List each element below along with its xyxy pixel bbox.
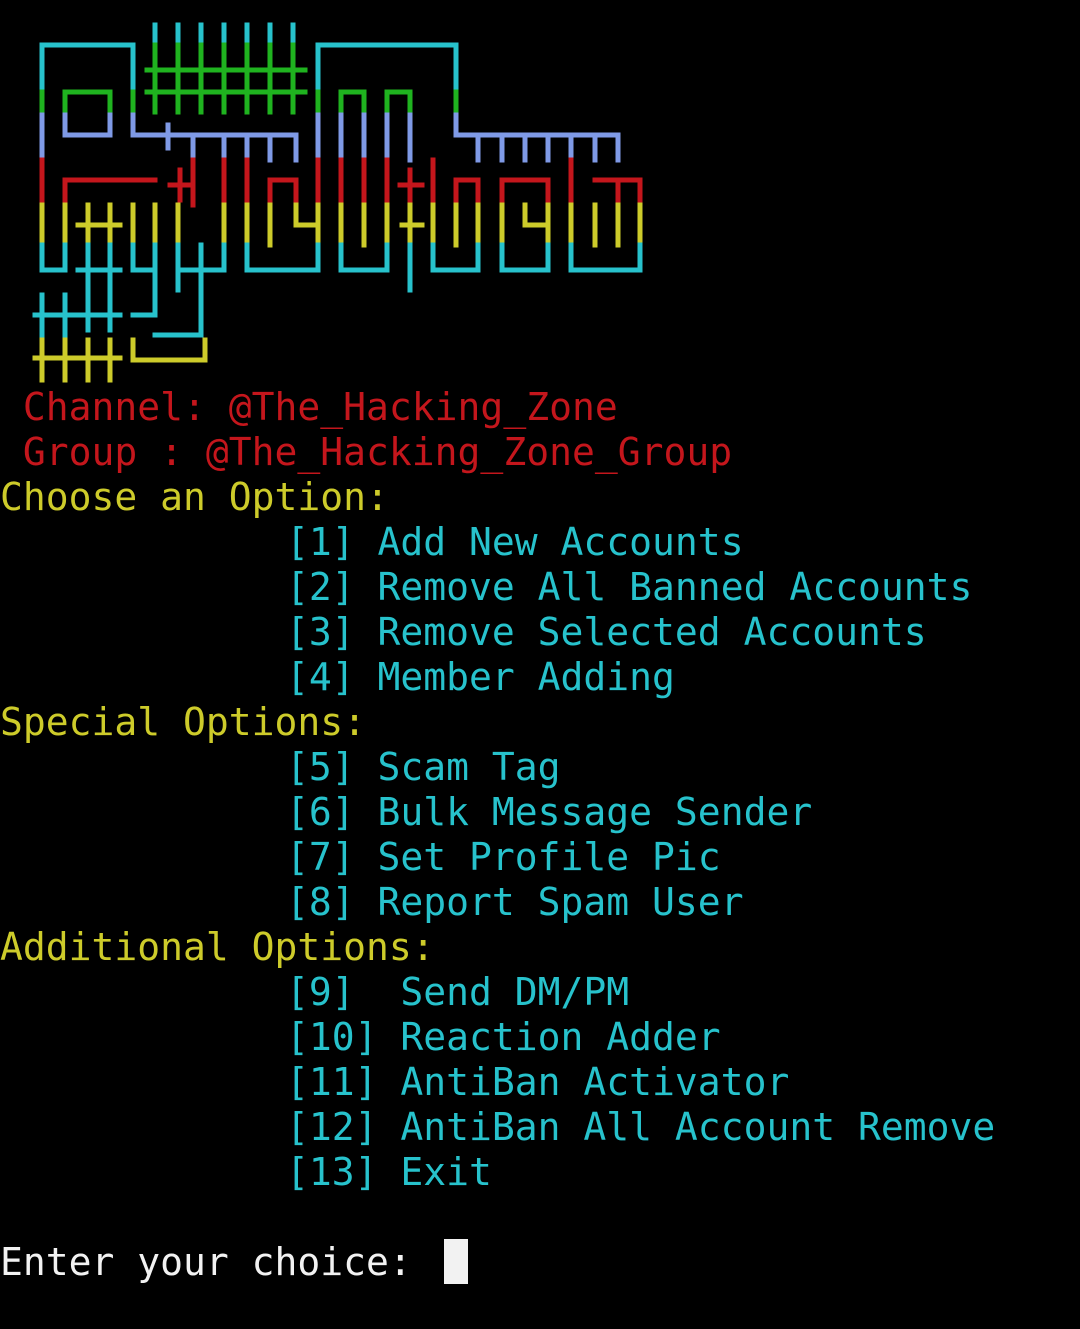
option-label: Set Profile Pic [354, 835, 721, 879]
option-number: [10] [286, 1015, 378, 1059]
menu-option-8: [8] Report Spam User [286, 880, 744, 925]
channel-line: Channel: @The_Hacking_Zone [0, 385, 618, 429]
option-number: [7] [286, 835, 355, 879]
menu-option-4: [4] Member Adding [286, 655, 675, 700]
banner-red-row [39, 157, 643, 208]
option-number: [4] [286, 655, 355, 699]
option-label: AntiBan All Account Remove [377, 1105, 996, 1149]
banner-yellow-bottom [32, 337, 208, 383]
option-number: [12] [286, 1105, 378, 1149]
section-choose-heading: Choose an Option: [0, 475, 389, 519]
menu-option-2: [2] Remove All Banned Accounts [286, 565, 972, 610]
option-label: Exit [377, 1150, 492, 1194]
section-special-heading: Special Options: [0, 700, 367, 744]
terminal-input-cursor[interactable] [444, 1239, 468, 1284]
option-label: Scam Tag [354, 745, 561, 789]
option-number: [5] [286, 745, 355, 789]
menu-option-10: [10] Reaction Adder [286, 1015, 721, 1060]
option-label: Add New Accounts [354, 520, 744, 564]
ascii-art-logo [32, 22, 643, 383]
option-label: Remove All Banned Accounts [354, 565, 973, 609]
menu-option-9: [9] Send DM/PM [286, 970, 629, 1015]
banner-green-row [39, 42, 459, 118]
group-line: Group : @The_Hacking_Zone_Group [0, 430, 733, 474]
option-label: Report Spam User [354, 880, 744, 924]
option-number: [8] [286, 880, 355, 924]
choice-prompt: Enter your choice: [0, 1240, 435, 1284]
option-label: Send DM/PM [354, 970, 630, 1014]
option-number: [3] [286, 610, 355, 654]
menu-option-5: [5] Scam Tag [286, 745, 561, 790]
menu-option-12: [12] AntiBan All Account Remove [286, 1105, 995, 1150]
option-number: [13] [286, 1150, 378, 1194]
option-label: Remove Selected Accounts [354, 610, 927, 654]
option-number: [2] [286, 565, 355, 609]
option-label: Reaction Adder [377, 1015, 721, 1059]
option-number: [1] [286, 520, 355, 564]
menu-option-13: [13] Exit [286, 1150, 492, 1195]
option-number: [6] [286, 790, 355, 834]
menu-option-11: [11] AntiBan Activator [286, 1060, 789, 1105]
option-label: Bulk Message Sender [354, 790, 813, 834]
option-label: AntiBan Activator [377, 1060, 790, 1104]
section-additional-heading: Additional Options: [0, 925, 435, 969]
banner-blue-row [39, 112, 621, 163]
banner-cyan-bottom [32, 242, 643, 343]
menu-option-6: [6] Bulk Message Sender [286, 790, 812, 835]
menu-option-1: [1] Add New Accounts [286, 520, 744, 565]
option-number: [11] [286, 1060, 378, 1104]
option-number: [9] [286, 970, 355, 1014]
menu-option-3: [3] Remove Selected Accounts [286, 610, 927, 655]
option-label: Member Adding [354, 655, 675, 699]
banner-yellow-row [39, 202, 643, 248]
menu-option-7: [7] Set Profile Pic [286, 835, 721, 880]
